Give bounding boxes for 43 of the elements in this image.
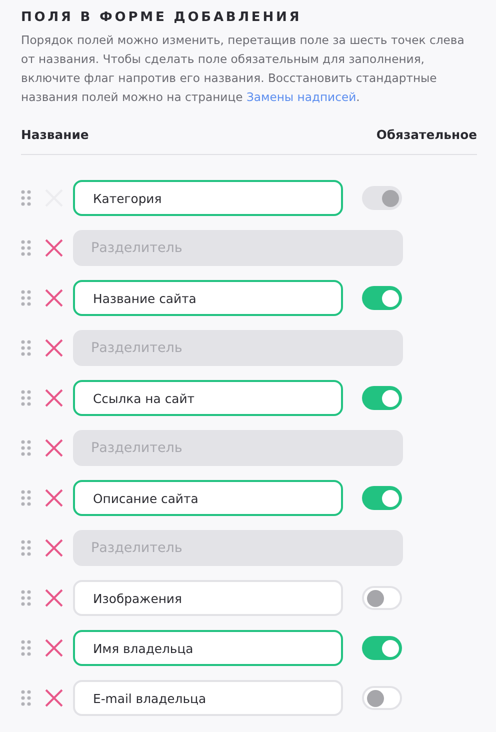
field-name-input[interactable]: E-mail владельца [73,680,343,716]
drag-handle-icon[interactable] [21,290,31,306]
delete-icon[interactable] [44,338,64,358]
required-toggle[interactable] [362,186,402,210]
column-header: Название [21,127,89,142]
separator-input[interactable]: Разделитель [73,330,403,366]
drag-handle-icon[interactable] [21,690,31,706]
delete-icon[interactable] [44,388,64,408]
field-name-input[interactable]: Категория [73,180,343,216]
drag-handle-icon[interactable] [21,340,31,356]
delete-icon[interactable] [44,588,64,608]
delete-icon[interactable] [44,638,64,658]
drag-handle-icon[interactable] [21,240,31,256]
separator-input[interactable]: Разделитель [73,230,403,266]
separator-input[interactable]: Разделитель [73,530,403,566]
required-toggle[interactable] [362,586,402,610]
required-toggle[interactable] [362,686,402,710]
drag-handle-icon[interactable] [21,590,31,606]
field-name-input[interactable]: Ссылка на сайт [73,380,343,416]
drag-handle-icon[interactable] [21,640,31,656]
separator-input[interactable]: Разделитель [73,430,403,466]
delete-icon[interactable] [44,538,64,558]
drag-handle-icon[interactable] [21,540,31,556]
required-toggle[interactable] [362,636,402,660]
field-name-input[interactable]: Название сайта [73,280,343,316]
column-header: Обязательное [376,127,477,142]
required-toggle[interactable] [362,486,402,510]
section-title: ПОЛЯ В ФОРМЕ ДОБАВЛЕНИЯ [21,10,303,25]
description-text: Порядок полей можно изменить, перетащив поле за шесть точек слева от названия. Чтобы сделать поле обязательным для заполнения, включите флаг напротив его названия. Восстановить стандартные названия полей можно на странице Замены надписей. [21,32,466,106]
delete-icon[interactable] [44,238,64,258]
required-toggle[interactable] [362,386,402,410]
field-name-input[interactable]: Описание сайта [73,480,343,516]
field-name-input[interactable]: Изображения [73,580,343,616]
drag-handle-icon[interactable] [21,440,31,456]
delete-icon[interactable] [44,488,64,508]
delete-icon[interactable] [44,438,64,458]
field-name-input[interactable]: Имя владельца [73,630,343,666]
required-toggle[interactable] [362,286,402,310]
delete-icon[interactable] [44,288,64,308]
delete-icon[interactable] [44,688,64,708]
drag-handle-icon[interactable] [21,490,31,506]
drag-handle-icon[interactable] [21,190,31,206]
drag-handle-icon[interactable] [21,390,31,406]
